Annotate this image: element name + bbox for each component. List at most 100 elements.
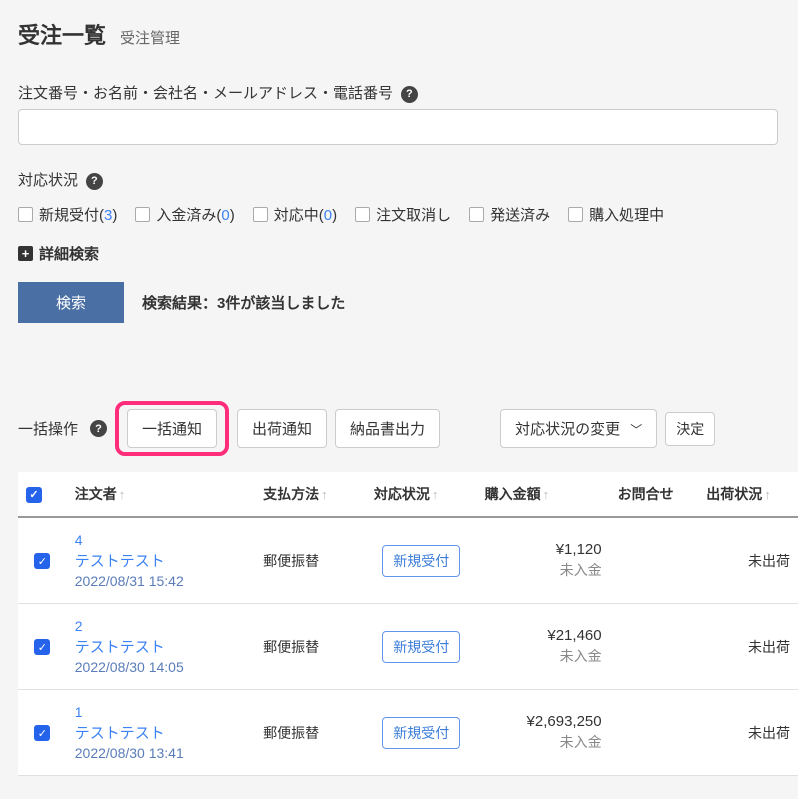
status-filter-label: 入金済み xyxy=(156,207,216,224)
column-status[interactable]: 対応状況↑ xyxy=(366,472,477,517)
table-row: ✓2テストテスト2022/08/30 14:05郵便振替新規受付¥21,460未… xyxy=(18,604,798,690)
table-row: ✓4テストテスト2022/08/31 15:42郵便振替新規受付¥1,120未入… xyxy=(18,517,798,604)
column-payment[interactable]: 支払方法↑ xyxy=(255,472,366,517)
delivery-slip-button[interactable]: 納品書出力 xyxy=(335,409,440,448)
order-name-link[interactable]: テストテスト xyxy=(75,720,247,745)
page-header: 受注一覧 受注管理 xyxy=(18,18,798,72)
change-status-dropdown[interactable]: 対応状況の変更 ﹀ xyxy=(500,409,657,448)
sort-arrow-icon: ↑ xyxy=(432,487,439,502)
checkbox-icon[interactable] xyxy=(18,207,33,222)
order-name-link[interactable]: テストテスト xyxy=(75,634,247,659)
checkbox-icon[interactable] xyxy=(469,207,484,222)
order-date: 2022/08/30 14:05 xyxy=(75,659,247,675)
table-header-row: ✓ 注文者↑ 支払方法↑ 対応状況↑ 購入金額↑ お問合せ 出荷状況↑ xyxy=(18,472,798,517)
ship-cell: 未出荷 xyxy=(698,604,798,690)
select-all-header[interactable]: ✓ xyxy=(18,472,67,517)
inquiry-cell xyxy=(610,604,699,690)
orderer-cell: 2テストテスト2022/08/30 14:05 xyxy=(67,604,255,690)
status-filter-label: 新規受付 xyxy=(39,207,99,224)
plus-icon: + xyxy=(18,246,33,261)
order-date: 2022/08/30 13:41 xyxy=(75,745,247,761)
search-input[interactable] xyxy=(18,109,778,145)
status-filter-item[interactable]: 購入処理中 xyxy=(568,204,664,225)
status-filter-item[interactable]: 新規受付(3) xyxy=(18,204,117,225)
search-panel: 注文番号・お名前・会社名・メールアドレス・電話番号 ? 対応状況 ? 新規受付(… xyxy=(18,72,798,353)
highlight-bulk-notify: 一括通知 xyxy=(115,401,229,456)
amount-value: ¥1,120 xyxy=(485,541,602,558)
bulk-notify-button[interactable]: 一括通知 xyxy=(127,409,217,448)
sort-arrow-icon: ↑ xyxy=(764,487,771,502)
status-filter-label: 注文取消し xyxy=(376,204,451,225)
order-name-link[interactable]: テストテスト xyxy=(75,548,247,573)
row-checkbox-cell[interactable]: ✓ xyxy=(18,517,67,604)
payment-cell: 郵便振替 xyxy=(255,604,366,690)
status-count[interactable]: 0 xyxy=(324,207,332,224)
sort-arrow-icon: ↑ xyxy=(119,487,126,502)
column-orderer[interactable]: 注文者↑ xyxy=(67,472,255,517)
checkbox-checked-icon[interactable]: ✓ xyxy=(34,725,50,741)
ship-notify-button[interactable]: 出荷通知 xyxy=(237,409,327,448)
page-title: 受注一覧 xyxy=(18,18,106,50)
checkbox-icon[interactable] xyxy=(253,207,268,222)
search-action-row: 検索 検索結果：3件が該当しました xyxy=(18,282,798,335)
payment-status: 未入金 xyxy=(485,644,602,666)
advanced-search-toggle[interactable]: + 詳細検索 xyxy=(18,243,798,282)
payment-cell: 郵便振替 xyxy=(255,690,366,776)
status-count[interactable]: 3 xyxy=(104,207,112,224)
status-filter-item[interactable]: 入金済み(0) xyxy=(135,204,234,225)
help-icon[interactable]: ? xyxy=(86,173,103,190)
payment-cell: 郵便振替 xyxy=(255,517,366,604)
checkbox-icon[interactable] xyxy=(568,207,583,222)
checkbox-checked-icon[interactable]: ✓ xyxy=(26,487,42,503)
search-label: 注文番号・お名前・会社名・メールアドレス・電話番号 xyxy=(18,82,393,103)
column-label: 支払方法 xyxy=(263,486,319,502)
chevron-down-icon: ﹀ xyxy=(630,423,642,437)
order-id-link[interactable]: 2 xyxy=(75,618,247,634)
bulk-action-row: 一括操作 ? 一括通知 出荷通知 納品書出力 対応状況の変更 ﹀ 決定 xyxy=(18,353,798,472)
column-inquiry[interactable]: お問合せ xyxy=(610,472,699,517)
status-filter-label: 購入処理中 xyxy=(589,204,664,225)
status-badge[interactable]: 新規受付 xyxy=(382,717,460,749)
order-id-link[interactable]: 4 xyxy=(75,532,247,548)
decide-button[interactable]: 決定 xyxy=(665,412,715,446)
row-checkbox-cell[interactable]: ✓ xyxy=(18,690,67,776)
column-ship[interactable]: 出荷状況↑ xyxy=(698,472,798,517)
status-badge[interactable]: 新規受付 xyxy=(382,631,460,663)
status-badge[interactable]: 新規受付 xyxy=(382,545,460,577)
checkbox-icon[interactable] xyxy=(135,207,150,222)
orders-table: ✓ 注文者↑ 支払方法↑ 対応状況↑ 購入金額↑ お問合せ 出荷状況↑ ✓4テス… xyxy=(18,472,798,776)
status-cell: 新規受付 xyxy=(366,690,477,776)
status-filter-row: 新規受付(3) 入金済み(0) 対応中(0) 注文取消し 発送済み 購入処理中 xyxy=(18,196,798,243)
sort-arrow-icon: ↑ xyxy=(543,487,550,502)
ship-cell: 未出荷 xyxy=(698,517,798,604)
table-row: ✓ 1テストテスト2022/08/30 13:41 郵便振替新規受付 ¥2,693,2… xyxy=(18,690,798,776)
column-label: 購入金額 xyxy=(485,486,541,502)
row-checkbox-cell[interactable]: ✓ xyxy=(18,604,67,690)
column-label: 出荷状況 xyxy=(706,486,762,502)
column-label: 対応状況 xyxy=(374,486,430,502)
status-filter-item[interactable]: 対応中(0) xyxy=(253,204,337,225)
order-id-link[interactable]: 1 xyxy=(75,704,247,720)
page-subtitle: 受注管理 xyxy=(120,27,180,48)
amount-value: ¥2,693,250 xyxy=(485,713,602,730)
status-cell: 新規受付 xyxy=(366,517,477,604)
results-summary: 検索結果：3件が該当しました xyxy=(142,292,345,313)
order-date: 2022/08/31 15:42 xyxy=(75,573,247,589)
column-label: 注文者 xyxy=(75,486,117,502)
help-icon[interactable]: ? xyxy=(401,86,418,103)
status-filter-item[interactable]: 発送済み xyxy=(469,204,550,225)
checkbox-checked-icon[interactable]: ✓ xyxy=(34,639,50,655)
status-filter-item[interactable]: 注文取消し xyxy=(355,204,451,225)
column-amount[interactable]: 購入金額↑ xyxy=(477,472,610,517)
checkbox-checked-icon[interactable]: ✓ xyxy=(34,553,50,569)
amount-cell: ¥2,693,250未入金 xyxy=(477,690,610,776)
change-status-label: 対応状況の変更 xyxy=(515,421,620,438)
checkbox-icon[interactable] xyxy=(355,207,370,222)
status-count[interactable]: 0 xyxy=(221,207,229,224)
orderer-cell: 4テストテスト2022/08/31 15:42 xyxy=(67,517,255,604)
inquiry-cell xyxy=(610,517,699,604)
amount-cell: ¥21,460未入金 xyxy=(477,604,610,690)
help-icon[interactable]: ? xyxy=(90,420,107,437)
status-filter-label: 対応中 xyxy=(274,207,319,224)
search-button[interactable]: 検索 xyxy=(18,282,124,323)
